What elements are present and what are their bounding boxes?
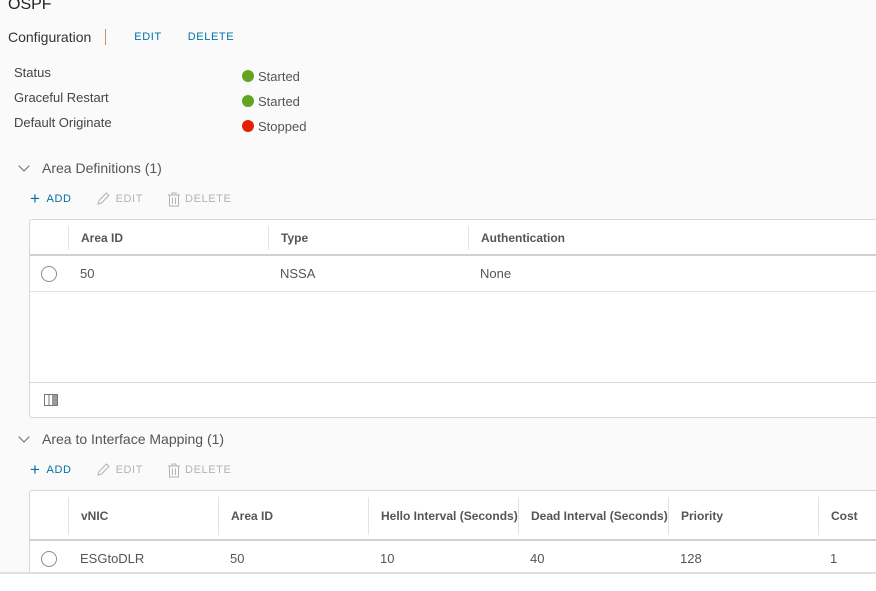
- select-column-header: [30, 497, 68, 535]
- add-area-button[interactable]: + ADD: [30, 189, 72, 208]
- status-row: Status Started: [14, 64, 300, 84]
- column-header-area-id[interactable]: Area ID: [218, 497, 368, 535]
- row-select[interactable]: [30, 550, 68, 567]
- chevron-down-icon: [18, 430, 30, 443]
- cell-area-id: 50: [80, 266, 95, 281]
- status-text: Started: [258, 68, 300, 84]
- table-row[interactable]: ESGtoDLR 50 10 40 128 1: [30, 541, 876, 572]
- cell-type: NSSA: [280, 266, 316, 281]
- status-value: Started: [242, 69, 300, 84]
- default-originate-text: Stopped: [258, 118, 307, 134]
- edit-mapping-button[interactable]: EDIT: [96, 463, 143, 477]
- cell-vnic: ESGtoDLR: [80, 551, 145, 566]
- status-indicator-icon: [242, 70, 254, 82]
- graceful-restart-text: Started: [258, 93, 300, 109]
- cell-priority: 128: [680, 551, 702, 566]
- row-select[interactable]: [30, 265, 68, 282]
- column-header-vnic[interactable]: vNIC: [68, 497, 218, 535]
- ospf-panel: OSPF Configuration EDIT DELETE Status St…: [0, 0, 876, 572]
- area-definitions-toolbar: + ADD EDIT DELETE: [30, 189, 255, 208]
- default-originate-label: Default Originate: [14, 114, 112, 130]
- radio-button[interactable]: [41, 265, 57, 282]
- area-interface-mapping-grid: vNIC Area ID Hello Interval (Seconds) De…: [29, 490, 876, 572]
- empty-grid-space: [30, 292, 876, 382]
- column-header-authentication[interactable]: Authentication: [468, 226, 876, 250]
- divider: [105, 29, 107, 45]
- trash-icon: [168, 463, 181, 477]
- grid-header: vNIC Area ID Hello Interval (Seconds) De…: [30, 491, 876, 541]
- area-interface-mapping-toggle[interactable]: Area to Interface Mapping (1): [18, 430, 224, 448]
- cell-cost: 1: [830, 551, 838, 566]
- default-originate-value: Stopped: [242, 119, 306, 134]
- radio-button[interactable]: [41, 550, 57, 567]
- column-header-hello-interval[interactable]: Hello Interval (Seconds): [368, 497, 518, 535]
- status-label: Status: [14, 64, 51, 80]
- column-header-cost[interactable]: Cost: [818, 497, 876, 535]
- column-header-type[interactable]: Type: [268, 226, 468, 250]
- configuration-header: Configuration EDIT DELETE: [8, 28, 260, 46]
- chevron-down-icon: [18, 159, 30, 172]
- trash-icon: [168, 192, 181, 206]
- graceful-restart-value: Started: [242, 94, 300, 109]
- pencil-icon: [96, 192, 110, 205]
- grid-header: Area ID Type Authentication: [30, 220, 876, 256]
- area-definitions-grid: Area ID Type Authentication 50 NSSA None: [29, 219, 876, 418]
- edit-configuration-button[interactable]: EDIT: [134, 31, 161, 43]
- grid-footer: [30, 382, 876, 417]
- cell-area-id: 50: [230, 551, 245, 566]
- plus-icon: +: [30, 189, 41, 208]
- column-toggle-icon[interactable]: [44, 394, 58, 406]
- edit-area-button[interactable]: EDIT: [96, 192, 143, 206]
- area-definitions-toggle[interactable]: Area Definitions (1): [18, 159, 162, 177]
- status-indicator-icon: [242, 95, 254, 107]
- page-title: OSPF: [8, 0, 52, 13]
- table-row[interactable]: 50 NSSA None: [30, 256, 876, 292]
- area-interface-mapping-title: Area to Interface Mapping (1): [42, 431, 225, 447]
- cell-hello-interval: 10: [380, 551, 395, 566]
- delete-mapping-button[interactable]: DELETE: [167, 463, 231, 478]
- default-originate-row: Default Originate Stopped: [14, 114, 306, 134]
- column-header-area-id[interactable]: Area ID: [68, 226, 268, 250]
- column-header-dead-interval[interactable]: Dead Interval (Seconds): [518, 497, 668, 535]
- pencil-icon: [96, 463, 110, 476]
- graceful-restart-row: Graceful Restart Started: [14, 89, 300, 109]
- configuration-label: Configuration: [8, 29, 92, 45]
- status-indicator-icon: [242, 120, 254, 132]
- cell-authentication: None: [480, 266, 512, 281]
- area-definitions-title: Area Definitions (1): [42, 160, 162, 176]
- delete-area-button[interactable]: DELETE: [167, 192, 231, 207]
- add-mapping-button[interactable]: + ADD: [30, 460, 72, 479]
- plus-icon: +: [30, 460, 41, 479]
- cell-dead-interval: 40: [530, 551, 545, 566]
- bottom-divider: [0, 572, 876, 574]
- delete-configuration-button[interactable]: DELETE: [188, 31, 234, 43]
- select-column-header: [30, 226, 68, 250]
- graceful-restart-label: Graceful Restart: [14, 89, 109, 105]
- column-header-priority[interactable]: Priority: [668, 497, 818, 535]
- area-interface-mapping-toolbar: + ADD EDIT DELETE: [30, 460, 255, 479]
